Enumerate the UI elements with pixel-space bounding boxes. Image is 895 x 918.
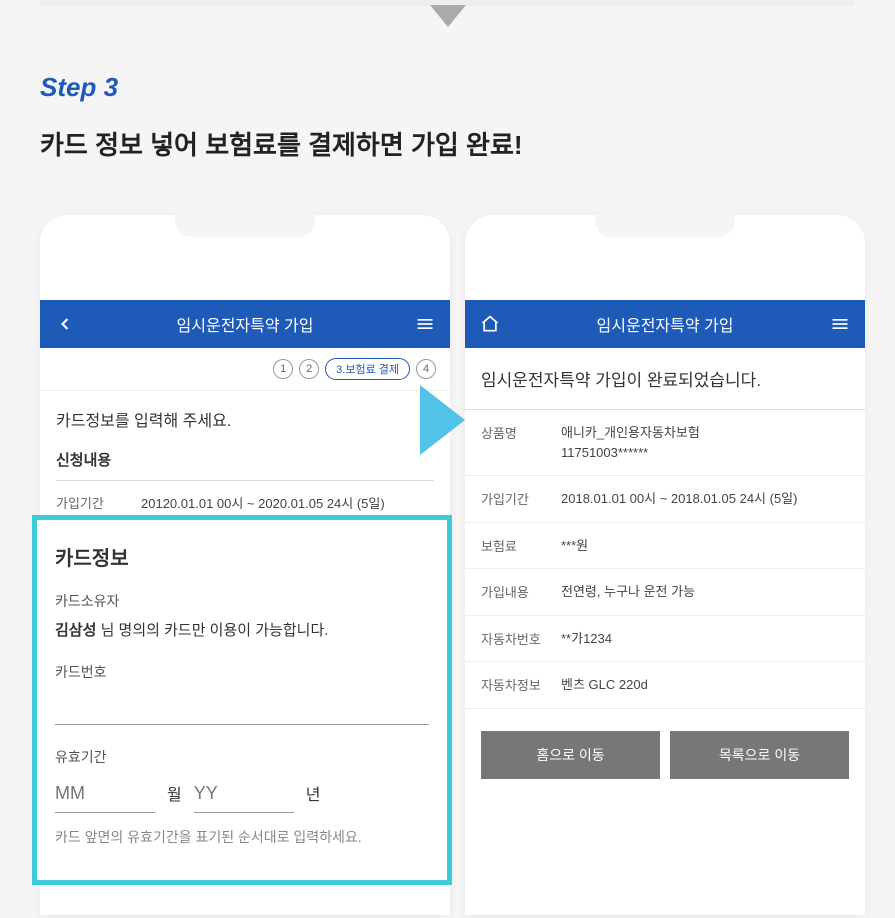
- product-label: 상품명: [481, 423, 561, 442]
- arrow-down-icon: [430, 5, 466, 27]
- content-value: 전연령, 누구나 운전 가능: [561, 582, 849, 602]
- expiry-helper: 카드 앞면의 유효기간을 표기된 순서대로 입력하세요.: [55, 827, 429, 847]
- details-table: 상품명 애니카_개인용자동차보험 11751003****** 가입기간 201…: [465, 409, 865, 709]
- completion-message: 임시운전자특약 가입이 완료되었습니다.: [465, 348, 865, 409]
- menu-icon[interactable]: [414, 313, 436, 335]
- period-value: 20120.01.01 00시 ~ 2020.01.05 24시 (5일): [141, 493, 434, 512]
- carnum-value: **가1234: [561, 629, 849, 649]
- back-icon[interactable]: [54, 313, 76, 335]
- list-button[interactable]: 목록으로 이동: [670, 731, 849, 779]
- row-period: 가입기간 2018.01.01 00시 ~ 2018.01.05 24시 (5일…: [465, 476, 865, 523]
- app-header: 임시운전자특약 가입: [40, 300, 450, 348]
- expiry-year-input[interactable]: [194, 775, 294, 813]
- app-header: 임시운전자특약 가입: [465, 300, 865, 348]
- section-title: 신청내용: [56, 449, 434, 470]
- row-carnum: 자동차번호 **가1234: [465, 616, 865, 663]
- progress-steps: 1 2 3.보험료 결제 4: [40, 348, 450, 391]
- step-2: 2: [299, 359, 319, 379]
- step-label: Step 3: [40, 72, 118, 103]
- home-button[interactable]: 홈으로 이동: [481, 731, 660, 779]
- content-label: 가입내용: [481, 582, 561, 601]
- expiry-month-input[interactable]: [55, 775, 155, 813]
- step-title: 카드 정보 넣어 보험료를 결제하면 가입 완료!: [40, 125, 523, 162]
- owner-label: 카드소유자: [55, 591, 429, 611]
- phone-notch: [175, 215, 315, 237]
- card-number-label: 카드번호: [55, 662, 429, 682]
- instruction-text: 카드정보를 입력해 주세요.: [56, 407, 434, 431]
- expiry-label: 유효기간: [55, 747, 429, 767]
- phone-notch: [595, 215, 735, 237]
- step-3-active: 3.보험료 결제: [325, 358, 410, 380]
- menu-icon[interactable]: [829, 313, 851, 335]
- play-arrow-icon: [420, 385, 465, 455]
- home-icon[interactable]: [479, 313, 501, 335]
- action-buttons: 홈으로 이동 목록으로 이동: [465, 709, 865, 801]
- owner-text: 김삼성 님 명의의 카드만 이용이 가능합니다.: [55, 619, 429, 640]
- row-content: 가입내용 전연령, 누구나 운전 가능: [465, 569, 865, 616]
- carinfo-value: 벤츠 GLC 220d: [561, 675, 849, 695]
- row-carinfo: 자동차정보 벤츠 GLC 220d: [465, 662, 865, 709]
- expiry-row: 월 년: [55, 775, 429, 813]
- row-fee: 보험료 ***원: [465, 523, 865, 570]
- carnum-label: 자동차번호: [481, 629, 561, 648]
- fee-label: 보험료: [481, 536, 561, 555]
- phone-mockup-right: 임시운전자특약 가입 임시운전자특약 가입이 완료되었습니다. 상품명 애니카_…: [465, 215, 865, 915]
- step-1: 1: [273, 359, 293, 379]
- card-info-title: 카드정보: [55, 542, 429, 571]
- period-label: 가입기간: [56, 493, 141, 512]
- card-info-highlight: 카드정보 카드소유자 김삼성 님 명의의 카드만 이용이 가능합니다. 카드번호…: [32, 515, 452, 885]
- header-title: 임시운전자특약 가입: [465, 312, 865, 336]
- period-label: 가입기간: [481, 489, 561, 508]
- step-4: 4: [416, 359, 436, 379]
- fee-value: ***원: [561, 536, 849, 556]
- card-number-input[interactable]: [55, 690, 429, 725]
- owner-name: 김삼성: [55, 622, 96, 639]
- product-value: 애니카_개인용자동차보험 11751003******: [561, 423, 849, 462]
- owner-suffix: 님 명의의 카드만 이용이 가능합니다.: [96, 622, 328, 639]
- month-unit: 월: [167, 781, 182, 805]
- year-unit: 년: [306, 781, 321, 805]
- period-value: 2018.01.01 00시 ~ 2018.01.05 24시 (5일): [561, 489, 849, 509]
- row-product: 상품명 애니카_개인용자동차보험 11751003******: [465, 410, 865, 476]
- carinfo-label: 자동차정보: [481, 675, 561, 694]
- header-title: 임시운전자특약 가입: [40, 312, 450, 336]
